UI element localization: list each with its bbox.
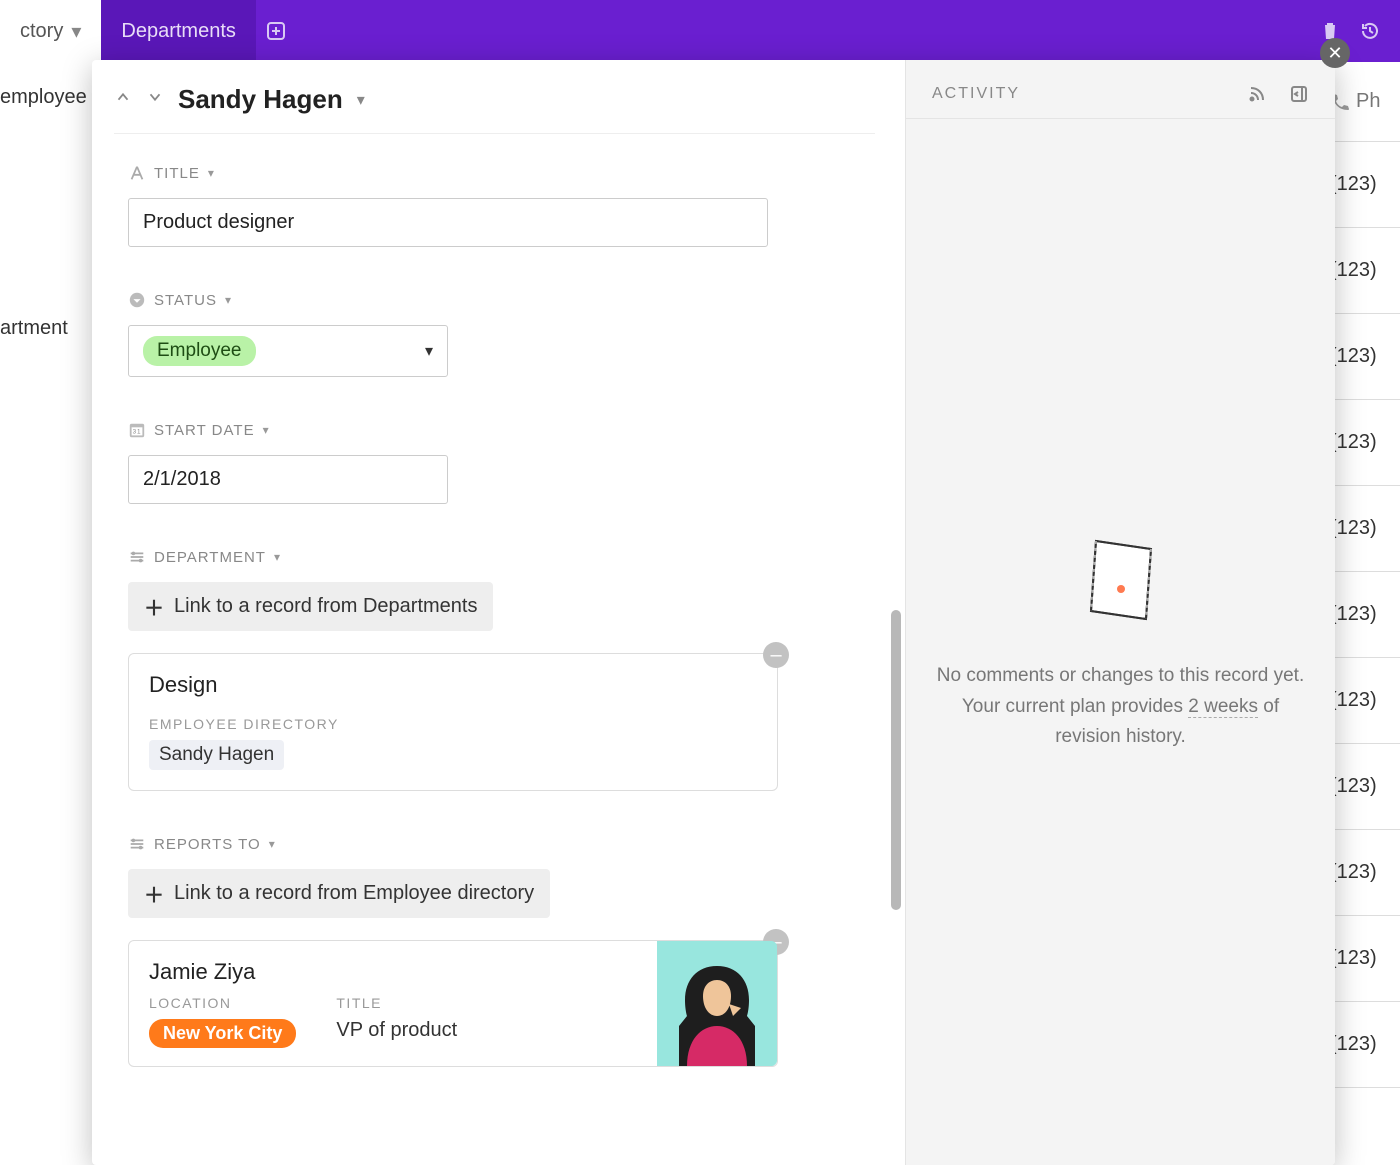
bg-phone-cell: (123) (1330, 1002, 1400, 1088)
bg-phone-cell: (123) (1330, 486, 1400, 572)
avatar (657, 941, 777, 1066)
start-date-input[interactable] (128, 455, 448, 504)
bg-phone-header: Ph (1330, 62, 1400, 142)
title-input[interactable] (128, 198, 768, 247)
chevron-down-icon[interactable]: ▾ (274, 550, 281, 564)
field-status-label: STATUS (154, 292, 217, 309)
bg-phone-cell: (123) (1330, 916, 1400, 1002)
bg-phone-cell: (123) (1330, 142, 1400, 228)
reports-to-location-label: LOCATION (149, 995, 296, 1011)
field-title-label: TITLE (154, 165, 200, 182)
tab-directory[interactable]: ctory ▾ (0, 0, 101, 62)
history-icon[interactable] (1360, 21, 1380, 41)
bg-phone-cell: (123) (1330, 572, 1400, 658)
link-reports-to-label: Link to a record from Employee directory (174, 882, 534, 905)
single-select-icon (128, 291, 146, 309)
scrollbar[interactable] (891, 610, 901, 910)
record-modal: Sandy Hagen ▾ TITLE ▾ STATUS ▾ (92, 60, 1335, 1165)
plus-icon (266, 21, 286, 41)
bg-phone-cell: (123) (1330, 400, 1400, 486)
chevron-down-icon: ▾ (425, 341, 433, 361)
top-tab-bar: ctory ▾ Departments (0, 0, 1400, 62)
record-title[interactable]: Sandy Hagen (178, 84, 343, 115)
text-type-icon (128, 164, 146, 182)
chevron-down-icon[interactable]: ▾ (357, 90, 365, 110)
activity-panel: ACTIVITY No comm (905, 60, 1335, 1165)
field-start-date: 31 START DATE ▾ (128, 421, 875, 504)
field-status: STATUS ▾ Employee ▾ (128, 291, 875, 377)
reports-to-title-label: TITLE (336, 995, 457, 1011)
department-card-title: Design (149, 672, 757, 698)
field-department-label: DEPARTMENT (154, 549, 266, 566)
reports-to-card[interactable]: – Jamie Ziya LOCATION New York City TITL… (128, 940, 778, 1067)
activity-history-link[interactable]: 2 weeks (1188, 696, 1258, 718)
svg-text:31: 31 (133, 429, 142, 436)
chevron-down-icon[interactable]: ▾ (225, 293, 232, 307)
close-icon: ✕ (1327, 43, 1342, 64)
bg-phone-cell: (123) (1330, 228, 1400, 314)
field-department: DEPARTMENT ▾ ＋ Link to a record from Dep… (128, 548, 875, 791)
plus-icon: ＋ (144, 592, 164, 621)
record-header: Sandy Hagen ▾ (114, 78, 875, 134)
chevron-down-icon[interactable]: ▾ (263, 423, 270, 437)
empty-illustration-icon (1081, 531, 1161, 631)
department-card[interactable]: – Design EMPLOYEE DIRECTORY Sandy Hagen (128, 653, 778, 791)
prev-record-button[interactable] (114, 88, 132, 111)
reports-to-card-title: Jamie Ziya (149, 959, 637, 985)
calendar-icon: 31 (128, 421, 146, 439)
link-department-button[interactable]: ＋ Link to a record from Departments (128, 582, 493, 631)
chevron-down-icon[interactable]: ▾ (208, 166, 215, 180)
record-form: Sandy Hagen ▾ TITLE ▾ STATUS ▾ (92, 60, 905, 1165)
tab-departments-label: Departments (121, 20, 236, 43)
bg-phone-cell: (123) (1330, 658, 1400, 744)
field-start-date-label: START DATE (154, 422, 255, 439)
activity-header: ACTIVITY (932, 85, 1020, 103)
reports-to-location-value: New York City (149, 1019, 296, 1048)
field-reports-to-label: REPORTS TO (154, 836, 261, 853)
chevron-down-icon: ▾ (71, 19, 81, 44)
activity-empty-state: No comments or changes to this record ye… (906, 119, 1335, 1165)
link-icon (128, 835, 146, 853)
status-pill: Employee (143, 336, 256, 366)
department-card-sublabel: EMPLOYEE DIRECTORY (149, 716, 757, 732)
bg-phone-cell: (123) (1330, 314, 1400, 400)
department-card-tag: Sandy Hagen (149, 740, 284, 770)
plus-icon: ＋ (144, 879, 164, 908)
bg-phone-cell: (123) (1330, 744, 1400, 830)
next-record-button[interactable] (146, 88, 164, 111)
tab-directory-label: ctory (20, 20, 63, 43)
status-select[interactable]: Employee ▾ (128, 325, 448, 377)
field-title: TITLE ▾ (128, 164, 875, 247)
add-tab-button[interactable] (256, 0, 296, 62)
tab-departments[interactable]: Departments (101, 0, 256, 62)
close-record-button[interactable]: ✕ (1320, 38, 1350, 68)
rss-icon[interactable] (1247, 84, 1267, 104)
remove-link-button[interactable]: – (763, 642, 789, 668)
reports-to-title-value: VP of product (336, 1019, 457, 1042)
bg-phone-cell: (123) (1330, 830, 1400, 916)
chevron-down-icon[interactable]: ▾ (269, 837, 276, 851)
link-department-label: Link to a record from Departments (174, 595, 477, 618)
link-reports-to-button[interactable]: ＋ Link to a record from Employee directo… (128, 869, 550, 918)
link-icon (128, 548, 146, 566)
collapse-panel-icon[interactable] (1289, 84, 1309, 104)
field-reports-to: REPORTS TO ▾ ＋ Link to a record from Emp… (128, 835, 875, 1067)
